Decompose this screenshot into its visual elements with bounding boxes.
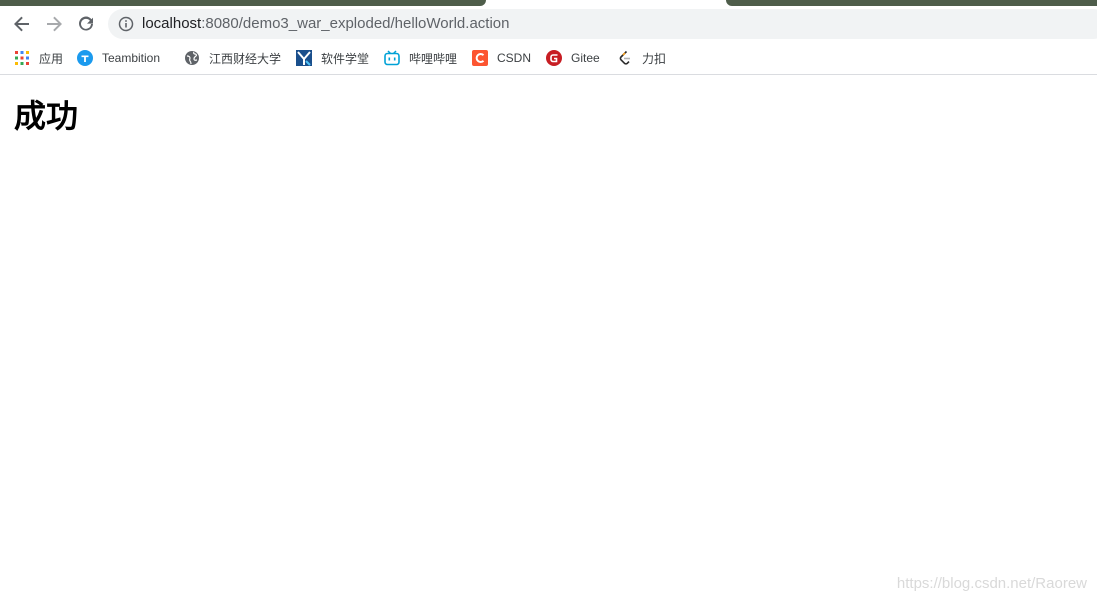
- globe-icon: [184, 50, 200, 66]
- gitee-icon: [546, 50, 562, 66]
- reload-icon: [79, 16, 93, 31]
- watermark-text: https://blog.csdn.net/Raorew: [896, 575, 1087, 592]
- bookmark-label: Gitee: [571, 51, 600, 65]
- bookmark-label: 软件学堂: [321, 51, 370, 66]
- bookmark-label: 哔哩哔哩: [409, 51, 458, 66]
- bookmarks-bar: 应用 Teambition 江西财经大学 软件学堂 哔哩哔哩 CSDN Gite…: [0, 42, 1097, 75]
- bookmark-label: 应用: [39, 51, 64, 66]
- browser-toolbar: localhost:8080/demo3_war_exploded/helloW…: [0, 6, 1097, 42]
- url-host: localhost: [142, 15, 202, 32]
- teambition-icon: [77, 50, 93, 66]
- bookmark-label: 力扣: [642, 51, 667, 66]
- software-school-icon: [296, 50, 312, 66]
- info-icon[interactable]: [118, 16, 134, 32]
- address-bar[interactable]: localhost:8080/demo3_war_exploded/helloW…: [108, 9, 1097, 39]
- bookmark-teambition[interactable]: Teambition: [77, 49, 160, 67]
- bookmark-apps[interactable]: 应用: [14, 49, 63, 67]
- forward-button[interactable]: [38, 8, 70, 40]
- url-path: :8080/demo3_war_exploded/helloWorld.acti…: [201, 15, 510, 32]
- bookmark-label: Teambition: [102, 51, 161, 65]
- bilibili-icon: [384, 50, 400, 66]
- bookmark-label: 江西财经大学: [209, 51, 282, 66]
- url-text[interactable]: localhost:8080/demo3_war_exploded/helloW…: [142, 15, 509, 32]
- arrow-right-icon: [47, 16, 62, 32]
- bookmark-label: CSDN: [497, 51, 532, 65]
- csdn-icon: [472, 50, 488, 66]
- bookmark-jxufe[interactable]: 江西财经大学: [184, 49, 281, 67]
- page-content: 成功 https://blog.csdn.net/Raorew: [0, 75, 1097, 602]
- bookmark-csdn[interactable]: CSDN: [472, 49, 531, 67]
- bookmark-gitee[interactable]: Gitee: [546, 49, 600, 67]
- back-button[interactable]: [6, 8, 38, 40]
- apps-grid-icon: [14, 50, 30, 66]
- bookmark-leetcode[interactable]: 力扣: [617, 49, 666, 67]
- arrow-left-icon: [14, 16, 29, 32]
- bookmark-bilibili[interactable]: 哔哩哔哩: [384, 49, 457, 67]
- leetcode-icon: [617, 50, 633, 66]
- success-heading: 成功: [14, 97, 79, 135]
- reload-button[interactable]: [70, 8, 102, 40]
- bookmark-software-school[interactable]: 软件学堂: [296, 49, 369, 67]
